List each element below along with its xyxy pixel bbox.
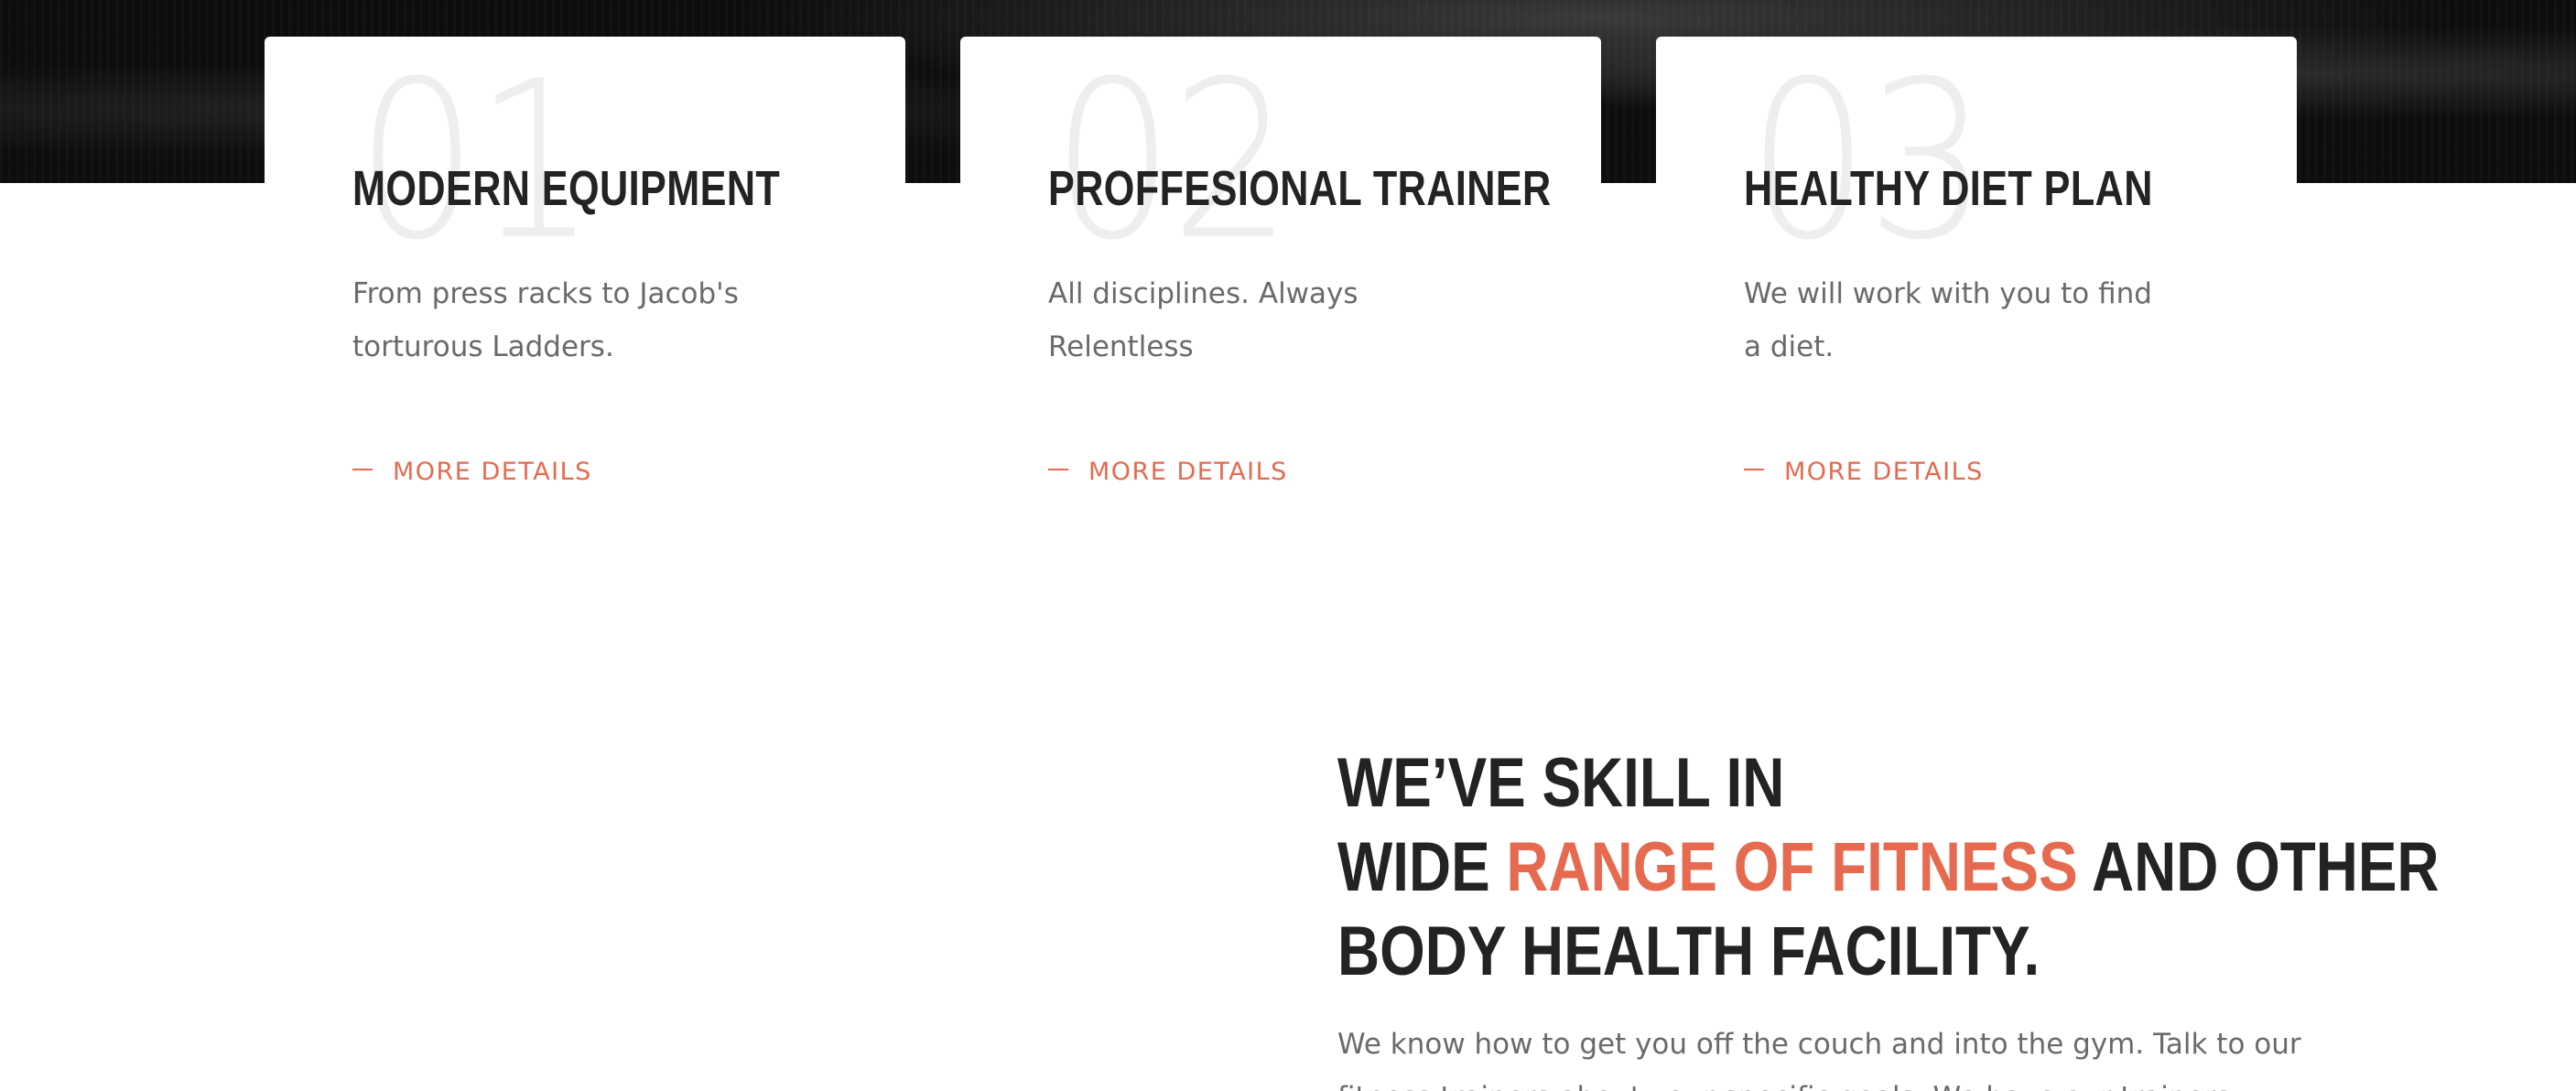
more-details-label: MORE DETAILS [1784, 458, 1984, 486]
dash-icon [1744, 468, 1764, 470]
skill-section-description: We know how to get you off the couch and… [1337, 1028, 2301, 1091]
more-details-label: MORE DETAILS [1088, 458, 1288, 486]
feature-title: HEALTHY DIET PLAN [1744, 161, 2153, 216]
feature-card-modern-equipment: 01 MODERN EQUIPMENT From press racks to … [265, 37, 905, 484]
dash-icon [1048, 468, 1068, 470]
feature-description: All disciplines. Always Relentless [1048, 277, 1358, 363]
heading-line-3: BODY HEALTH FACILITY. [1337, 913, 2040, 990]
more-details-link[interactable]: MORE DETAILS [1048, 459, 1288, 484]
dash-icon [352, 468, 373, 470]
skill-section-heading: WE’VE SKILL IN WIDE RANGE OF FITNESS AND… [1337, 741, 2440, 994]
heading-line-2-start: WIDE [1337, 828, 1507, 906]
feature-card-professional-trainer: 02 PROFFESIONAL TRAINER All disciplines.… [960, 37, 1601, 484]
heading-line-2-end: AND OTHER [2077, 828, 2440, 906]
feature-title: MODERN EQUIPMENT [352, 161, 781, 216]
more-details-link[interactable]: MORE DETAILS [1744, 459, 1984, 484]
feature-title: PROFFESIONAL TRAINER [1048, 161, 1552, 216]
more-details-link[interactable]: MORE DETAILS [352, 459, 592, 484]
feature-description: From press racks to Jacob's torturous La… [352, 277, 739, 363]
heading-accent-text: RANGE OF FITNESS [1506, 828, 2078, 906]
feature-card-healthy-diet-plan: 03 HEALTHY DIET PLAN We will work with y… [1656, 37, 2297, 484]
more-details-label: MORE DETAILS [393, 458, 592, 486]
feature-description: We will work with you to find a diet. [1744, 277, 2152, 363]
heading-line-1: WE’VE SKILL IN [1337, 744, 1785, 822]
